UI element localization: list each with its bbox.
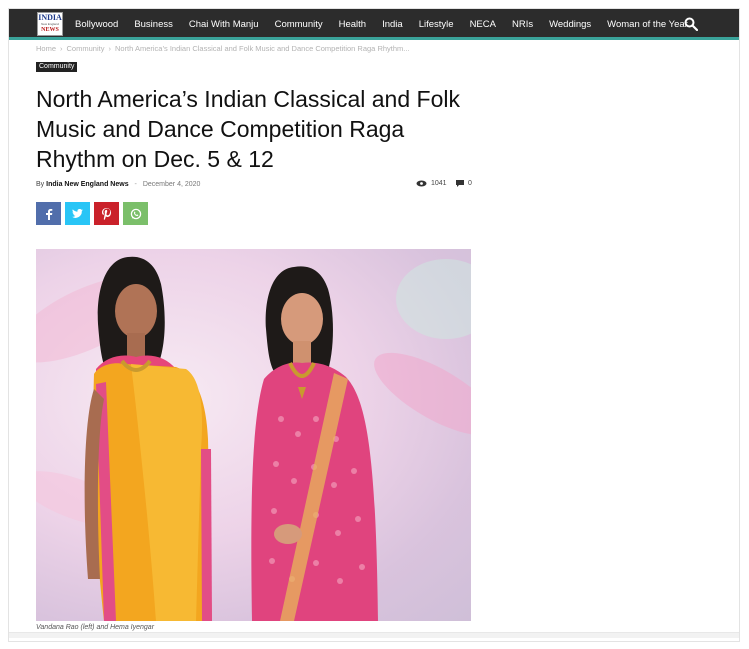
twitter-icon <box>72 209 83 218</box>
publish-date: December 4, 2020 <box>142 181 201 188</box>
breadcrumb-home[interactable]: Home <box>36 44 56 53</box>
breadcrumb-community[interactable]: Community <box>67 44 105 53</box>
nav-item-community[interactable]: Community <box>267 9 331 40</box>
nav-item-health[interactable]: Health <box>331 9 374 40</box>
article-meta: By India New England News - December 4, … <box>36 181 200 188</box>
nav-item-india[interactable]: India <box>374 9 411 40</box>
comment-icon <box>456 180 464 187</box>
eye-icon <box>416 180 427 187</box>
nav-item-lifestyle[interactable]: Lifestyle <box>411 9 462 40</box>
horizontal-scrollbar[interactable] <box>9 632 739 638</box>
pinterest-share-button[interactable] <box>94 202 119 225</box>
site-logo[interactable]: INDIA New England NEWS <box>37 12 63 36</box>
views-count: 1041 <box>431 180 447 187</box>
nav-item-nris[interactable]: NRIs <box>504 9 541 40</box>
breadcrumb: Home › Community › North America’s Indian Cl… <box>36 44 410 53</box>
comments-counter[interactable]: 0 <box>456 180 472 187</box>
article-title: North America’s Indian Classical and Fol… <box>36 86 460 172</box>
breadcrumb-separator-icon: › <box>108 44 111 53</box>
logo-line-3: NEWS <box>41 27 59 33</box>
category-badge[interactable]: Community <box>36 62 78 72</box>
whatsapp-icon <box>130 208 141 219</box>
facebook-icon <box>45 208 52 220</box>
article-photo <box>36 249 471 621</box>
facebook-share-button[interactable] <box>36 202 61 225</box>
by-label: By <box>36 181 45 188</box>
meta-separator: - <box>134 181 137 188</box>
search-icon[interactable] <box>684 17 699 32</box>
breadcrumb-current: North America’s Indian Classical and Fol… <box>114 44 410 53</box>
photo-illustration <box>84 256 378 621</box>
nav-item-weddings[interactable]: Weddings <box>541 9 599 40</box>
nav-item-neca[interactable]: NECA <box>462 9 504 40</box>
logo-line-1: INDIA <box>38 13 62 22</box>
whatsapp-share-button[interactable] <box>123 202 148 225</box>
nav-item-bollywood[interactable]: Bollywood <box>67 9 126 40</box>
breadcrumb-separator-icon: › <box>60 44 63 53</box>
views-counter: 1041 <box>416 180 447 187</box>
nav-item-woman-of-the-year[interactable]: Woman of the Year <box>599 9 696 40</box>
pinterest-icon <box>102 207 111 220</box>
nav-item-chai-with-manju[interactable]: Chai With Manju <box>181 9 267 40</box>
comments-count: 0 <box>468 180 472 187</box>
nav-item-business[interactable]: Business <box>126 9 181 40</box>
share-buttons <box>36 202 152 225</box>
author-link[interactable]: India New England News <box>46 181 128 188</box>
twitter-share-button[interactable] <box>65 202 90 225</box>
photo-caption: Vandana Rao (left) and Hema Iyengar <box>36 624 155 631</box>
top-navigation: INDIA New England NEWS Bollywood Busines… <box>9 9 739 40</box>
nav-menu: Bollywood Business Chai With Manju Commu… <box>67 9 696 40</box>
